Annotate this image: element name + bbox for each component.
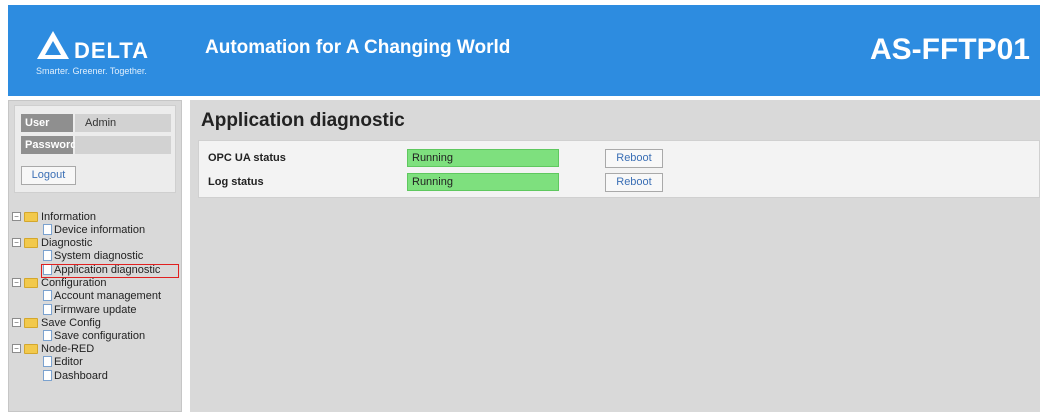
page-icon	[43, 356, 52, 367]
folder-icon	[24, 278, 38, 288]
password-value	[75, 136, 171, 154]
status-label: Log status	[208, 176, 264, 188]
logout-button[interactable]: Logout	[21, 166, 76, 185]
status-label: OPC UA status	[208, 152, 286, 164]
folder-icon	[24, 212, 38, 222]
page-icon	[43, 224, 52, 235]
brand-name: DELTA	[74, 38, 150, 63]
status-row-opc-ua: OPC UA status Running Reboot	[199, 149, 1039, 169]
page-title: Application diagnostic	[201, 110, 405, 131]
reboot-log-button[interactable]: Reboot	[605, 173, 663, 192]
status-panel: OPC UA status Running Reboot Log status …	[198, 140, 1040, 198]
selected-highlight	[41, 264, 179, 278]
user-label: User	[21, 114, 73, 132]
collapse-icon[interactable]: −	[12, 278, 21, 287]
tree-label: Diagnostic	[41, 237, 93, 249]
page-icon	[43, 330, 52, 341]
folder-icon	[24, 344, 38, 354]
main-content: Application diagnostic OPC UA status Run…	[190, 100, 1040, 412]
page-icon	[43, 304, 52, 315]
collapse-icon[interactable]: −	[12, 212, 21, 221]
tree-label: Editor	[54, 356, 83, 368]
status-row-log: Log status Running Reboot	[199, 173, 1039, 193]
password-label: Password	[21, 136, 77, 154]
collapse-icon[interactable]: −	[12, 238, 21, 247]
collapse-icon[interactable]: −	[12, 344, 21, 353]
tree-label: Dashboard	[54, 370, 108, 382]
delta-logo-icon	[37, 31, 69, 59]
page-icon	[43, 290, 52, 301]
sidebar: User Admin Password Logout − Information…	[8, 100, 182, 412]
tree-label: Configuration	[41, 277, 107, 289]
model-name: AS-FFTP01	[869, 33, 1030, 66]
tree-label: Firmware update	[54, 304, 137, 316]
tree-label: Device information	[54, 224, 146, 236]
tree-label: Information	[41, 211, 97, 223]
user-value: Admin	[75, 114, 171, 132]
tree-label: Save configuration	[54, 330, 146, 342]
brand-tagline: Smarter. Greener. Together.	[36, 66, 147, 76]
tree-label: Account management	[54, 290, 162, 302]
page-icon	[43, 370, 52, 381]
status-value: Running	[407, 149, 559, 167]
page-icon	[43, 250, 52, 261]
collapse-icon[interactable]: −	[12, 318, 21, 327]
tree-label: System diagnostic	[54, 250, 144, 262]
folder-icon	[24, 238, 38, 248]
status-value: Running	[407, 173, 559, 191]
header-slogan: Automation for A Changing World	[205, 37, 511, 58]
tree-label: Save Config	[41, 317, 101, 329]
header-banner: DELTA Smarter. Greener. Together. Automa…	[8, 5, 1040, 96]
login-panel: User Admin Password Logout	[14, 105, 176, 193]
delta-logo: DELTA Smarter. Greener. Together.	[36, 22, 176, 82]
folder-icon	[24, 318, 38, 328]
tree-label: Node-RED	[41, 343, 95, 355]
reboot-opc-ua-button[interactable]: Reboot	[605, 149, 663, 168]
